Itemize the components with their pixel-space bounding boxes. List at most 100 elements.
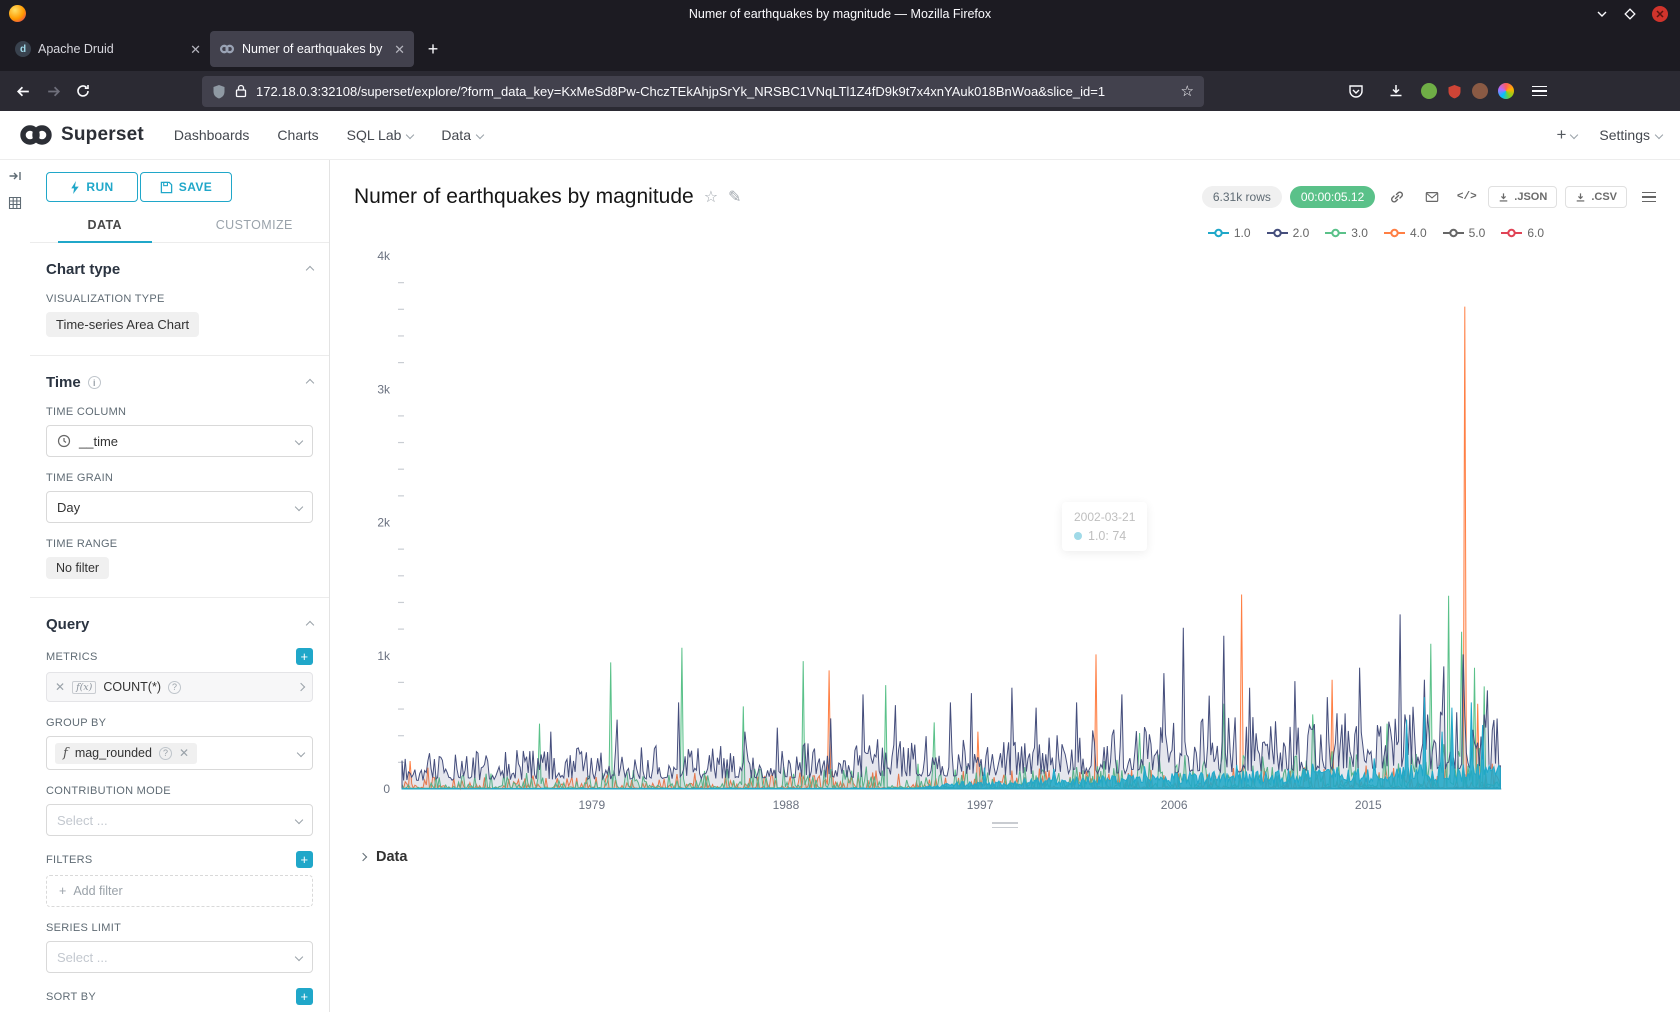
tracking-protection-shield-icon[interactable]	[212, 84, 226, 99]
time-column-select[interactable]: __time	[46, 425, 313, 457]
contribution-mode-select[interactable]: Select ...	[46, 804, 313, 836]
firefox-logo-icon	[9, 5, 26, 22]
settings-menu[interactable]: Settings	[1599, 127, 1662, 143]
window-minimize-button[interactable]	[1596, 8, 1608, 20]
add-sort-by-button[interactable]: +	[296, 988, 313, 1005]
browser-menu-icon[interactable]	[1524, 76, 1554, 106]
left-icon-strip	[0, 160, 30, 1012]
extension-icon-4[interactable]	[1498, 83, 1514, 99]
legend-item-6.0[interactable]: 6.0	[1501, 226, 1544, 240]
forward-button[interactable]	[38, 76, 68, 106]
browser-tab-superset[interactable]: Numer of earthquakes by ✕	[210, 31, 414, 67]
extension-icon-2[interactable]	[1447, 84, 1462, 99]
new-item-button[interactable]: +	[1556, 125, 1577, 145]
chevron-down-icon	[295, 816, 303, 824]
extension-icon-1[interactable]	[1421, 83, 1437, 99]
window-title: Numer of earthquakes by magnitude — Mozi…	[0, 7, 1680, 21]
tab-data[interactable]: DATA	[30, 218, 180, 242]
url-text[interactable]: 172.18.0.3:32108/superset/explore/?form_…	[256, 84, 1172, 99]
caret-right-icon[interactable]	[297, 683, 305, 691]
time-grain-select[interactable]: Day	[46, 491, 313, 523]
metric-count-option[interactable]: ✕ f(x) COUNT(*) ?	[46, 672, 313, 702]
extension-icon-3[interactable]	[1472, 83, 1488, 99]
nav-charts[interactable]: Charts	[277, 127, 318, 143]
url-bar[interactable]: 172.18.0.3:32108/superset/explore/?form_…	[202, 76, 1204, 107]
downloads-icon[interactable]	[1381, 76, 1411, 106]
nav-data[interactable]: Data	[441, 127, 483, 143]
favorite-star-icon[interactable]: ☆	[704, 187, 718, 207]
embed-code-icon[interactable]: </>	[1453, 184, 1480, 210]
lock-icon[interactable]	[235, 84, 247, 98]
add-filter-dropzone[interactable]: + Add filter	[46, 875, 313, 907]
fx-badge: f(x)	[72, 681, 96, 694]
time-grain-label: TIME GRAIN	[46, 472, 313, 484]
back-button[interactable]	[8, 76, 38, 106]
bookmark-star-icon[interactable]: ☆	[1181, 82, 1194, 100]
tab-label: Numer of earthquakes by	[242, 42, 387, 56]
brand-name: Superset	[61, 124, 144, 146]
group-by-select[interactable]: f mag_rounded ? ✕	[46, 736, 313, 770]
filters-label: FILTERS +	[46, 851, 313, 868]
save-button[interactable]: SAVE	[140, 172, 232, 202]
dataset-grid-icon[interactable]	[8, 196, 22, 210]
clock-icon	[57, 434, 71, 448]
share-link-icon[interactable]	[1383, 184, 1410, 210]
legend-marker-icon	[1267, 228, 1288, 238]
remove-chip-icon[interactable]: ✕	[179, 747, 189, 759]
email-icon[interactable]	[1418, 184, 1445, 210]
series-limit-select[interactable]: Select ...	[46, 941, 313, 973]
window-close-button[interactable]	[1652, 6, 1668, 22]
help-icon: ?	[159, 747, 172, 760]
panel-tabs: DATA CUSTOMIZE	[30, 218, 329, 243]
druid-favicon-icon: d	[15, 41, 31, 57]
legend-item-5.0[interactable]: 5.0	[1443, 226, 1486, 240]
reload-button[interactable]	[68, 76, 98, 106]
chart-menu-icon[interactable]	[1635, 184, 1662, 210]
window-maximize-button[interactable]	[1624, 8, 1636, 20]
section-chart-type[interactable]: Chart type	[46, 261, 313, 278]
time-range-button[interactable]: No filter	[46, 557, 109, 579]
sort-by-label: SORT BY +	[46, 988, 313, 1005]
export-csv-button[interactable]: .CSV	[1565, 186, 1627, 208]
tab-close-icon[interactable]: ✕	[190, 43, 201, 56]
viz-type-button[interactable]: Time-series Area Chart	[46, 312, 199, 337]
legend-marker-icon	[1443, 228, 1464, 238]
download-icon	[1575, 192, 1586, 203]
new-tab-button[interactable]: +	[418, 34, 448, 64]
groupby-chip-mag-rounded[interactable]: f mag_rounded ? ✕	[55, 743, 197, 764]
chevron-up-icon	[306, 265, 314, 273]
collapse-panel-icon[interactable]	[8, 169, 22, 183]
timeseries-chart[interactable]: 01k2k3k4k19791988199720062015	[350, 242, 1510, 817]
tab-customize[interactable]: CUSTOMIZE	[180, 218, 330, 242]
legend-item-1.0[interactable]: 1.0	[1208, 226, 1251, 240]
nav-dashboards[interactable]: Dashboards	[174, 127, 250, 143]
superset-logo[interactable]: Superset	[18, 124, 144, 146]
tab-label: Apache Druid	[38, 42, 183, 56]
export-json-button[interactable]: .JSON	[1488, 186, 1557, 208]
legend-marker-icon	[1384, 228, 1405, 238]
legend-marker-icon	[1501, 228, 1522, 238]
section-time[interactable]: Timei	[46, 374, 313, 391]
pocket-icon[interactable]	[1341, 76, 1371, 106]
legend-item-2.0[interactable]: 2.0	[1267, 226, 1310, 240]
legend-item-3.0[interactable]: 3.0	[1325, 226, 1368, 240]
svg-text:1988: 1988	[773, 798, 800, 812]
chevron-down-icon	[297, 749, 305, 757]
section-query[interactable]: Query	[46, 616, 313, 633]
time-column-label: TIME COLUMN	[46, 406, 313, 418]
edit-title-icon[interactable]: ✎	[728, 187, 741, 207]
superset-header: Superset Dashboards Charts SQL Lab Data …	[0, 111, 1680, 160]
add-filter-plus-button[interactable]: +	[296, 851, 313, 868]
add-metric-button[interactable]: +	[296, 648, 313, 665]
chevron-up-icon	[306, 620, 314, 628]
chevron-down-icon	[295, 953, 303, 961]
nav-sql-lab[interactable]: SQL Lab	[347, 127, 414, 143]
svg-text:4k: 4k	[377, 249, 391, 263]
browser-tab-druid[interactable]: d Apache Druid ✕	[6, 31, 210, 67]
panel-resize-handle[interactable]	[990, 819, 1020, 831]
run-button[interactable]: RUN	[46, 172, 138, 202]
data-panel-toggle[interactable]: Data	[346, 831, 1664, 865]
tab-close-icon[interactable]: ✕	[394, 43, 405, 56]
legend-item-4.0[interactable]: 4.0	[1384, 226, 1427, 240]
remove-metric-icon[interactable]: ✕	[55, 681, 65, 693]
